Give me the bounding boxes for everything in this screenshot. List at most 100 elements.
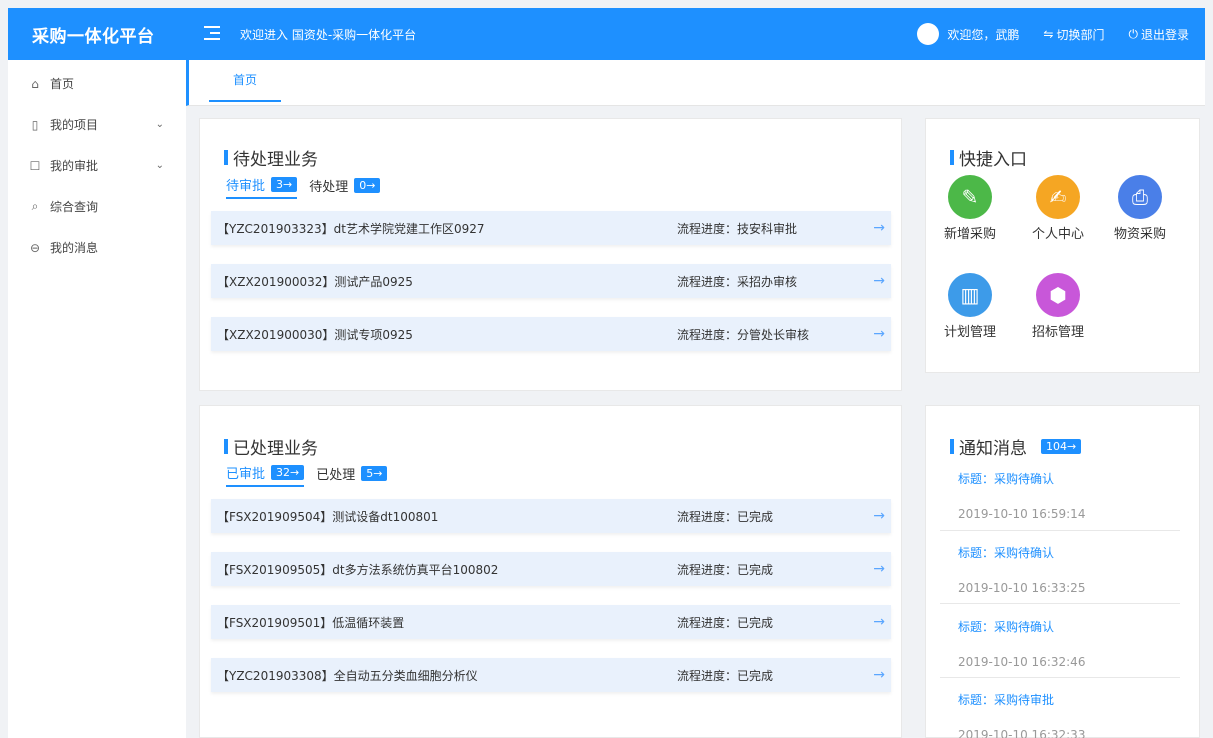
processed-panel: 已处理业务 已审批 32→ 已处理 5→ 【FSX201909504】测试设备d… bbox=[199, 405, 902, 738]
arrow-right-icon: → bbox=[873, 667, 885, 683]
task-code: 【XZX201900030】测试专项0925 bbox=[217, 327, 413, 342]
switch-dept-button[interactable]: ⇋ 切换部门 bbox=[1043, 26, 1104, 43]
divider bbox=[940, 677, 1180, 678]
task-progress: 流程进度：技安科审批 bbox=[677, 221, 798, 236]
task-row[interactable]: 【YZC201903323】dt艺术学院党建工作区0927 流程进度：技安科审批… bbox=[211, 211, 891, 245]
user-greeting: 欢迎您，武鹏 bbox=[947, 27, 1020, 42]
tab-processed[interactable]: 已处理 5→ bbox=[316, 464, 388, 486]
logout-label: 退出登录 bbox=[1140, 27, 1189, 42]
logout-icon: ⏻ bbox=[1128, 26, 1138, 41]
top-header: 采购一体化平台 欢迎进入 国资处-采购一体化平台 欢迎您，武鹏 ⇋ 切换部门 ⏻… bbox=[8, 8, 1205, 60]
search-icon: ⌕ bbox=[31, 199, 39, 213]
quick-label: 个人中心 bbox=[1031, 227, 1084, 242]
divider bbox=[940, 603, 1180, 604]
notice-item[interactable]: 标题：采购待确认 2019-10-10 16:32:46 bbox=[958, 618, 1178, 669]
quick-entry-panel: 快捷入口 ✎ 新增采购 ✍ 个人中心 ⎙ 物资采购 ▥ 计划管理 ⬢ 招标管理 bbox=[925, 118, 1200, 373]
arrow-right-icon: → bbox=[873, 508, 885, 524]
arrow-right-icon: → bbox=[873, 273, 885, 289]
quick-bidding-management-button[interactable]: ⬢ 招标管理 bbox=[1022, 273, 1094, 340]
quick-label: 招标管理 bbox=[1031, 325, 1084, 340]
notice-item[interactable]: 标题：采购待确认 2019-10-10 16:33:25 bbox=[958, 544, 1178, 595]
sidebar-item-label: 我的消息 bbox=[50, 241, 99, 255]
quick-personal-center-button[interactable]: ✍ 个人中心 bbox=[1022, 175, 1094, 242]
sidebar: ⌂ 首页 ▯ 我的项目 ⌄ ☐ 我的审批 ⌄ ⌕ 综合查询 ⊖ 我的消息 bbox=[8, 60, 186, 738]
user-area: 欢迎您，武鹏 ⇋ 切换部门 ⏻ 退出登录 bbox=[917, 23, 1205, 45]
sidebar-item-label: 我的项目 bbox=[50, 118, 99, 132]
task-progress: 流程进度：已完成 bbox=[677, 509, 774, 524]
tab-to-approve[interactable]: 待审批 3→ bbox=[226, 175, 298, 199]
sidebar-item-my-projects[interactable]: ▯ 我的项目 ⌄ bbox=[8, 104, 186, 145]
notice-time: 2019-10-10 16:33:25 bbox=[958, 581, 1086, 595]
task-row[interactable]: 【FSX201909501】低温循环装置 流程进度：已完成 → bbox=[211, 605, 891, 639]
quick-material-purchase-button[interactable]: ⎙ 物资采购 bbox=[1104, 175, 1176, 242]
title-marker bbox=[950, 439, 954, 454]
tab-to-process[interactable]: 待处理 0→ bbox=[309, 176, 381, 198]
quick-label: 新增采购 bbox=[943, 227, 996, 242]
menu-toggle-icon[interactable] bbox=[204, 26, 224, 42]
task-row[interactable]: 【XZX201900032】测试产品0925 流程进度：采招办审核 → bbox=[211, 264, 891, 298]
home-icon: ⌂ bbox=[31, 76, 39, 91]
tab-approved[interactable]: 已审批 32→ bbox=[226, 463, 305, 487]
tab-home[interactable]: 首页 bbox=[209, 60, 282, 102]
task-code: 【FSX201909504】测试设备dt100801 bbox=[217, 509, 439, 524]
task-code: 【YZC201903323】dt艺术学院党建工作区0927 bbox=[217, 221, 485, 236]
notice-title[interactable]: 标题：采购待确认 bbox=[958, 544, 1178, 561]
title-marker bbox=[224, 150, 228, 165]
arrow-right-icon: → bbox=[873, 326, 885, 342]
chevron-down-icon: ⌄ bbox=[155, 160, 164, 171]
task-row[interactable]: 【FSX201909504】测试设备dt100801 流程进度：已完成 → bbox=[211, 499, 891, 533]
task-row[interactable]: 【XZX201900030】测试专项0925 流程进度：分管处长审核 → bbox=[211, 317, 891, 351]
quick-label: 计划管理 bbox=[943, 325, 996, 340]
sidebar-item-my-approvals[interactable]: ☐ 我的审批 ⌄ bbox=[8, 145, 186, 186]
task-row[interactable]: 【FSX201909505】dt多方法系统仿真平台100802 流程进度：已完成… bbox=[211, 552, 891, 586]
task-code: 【YZC201903308】全自动五分类血细胞分析仪 bbox=[217, 668, 478, 683]
notice-time: 2019-10-10 16:32:33 bbox=[958, 728, 1086, 738]
tab-bar: 首页 bbox=[186, 60, 1205, 106]
count-badge: 5→ bbox=[361, 466, 388, 481]
approval-icon: ☐ bbox=[29, 158, 41, 173]
task-code: 【FSX201909501】低温循环装置 bbox=[217, 615, 405, 630]
subtab-label: 已处理 bbox=[316, 468, 356, 483]
notice-item[interactable]: 标题：采购待确认 2019-10-10 16:59:14 bbox=[958, 470, 1178, 521]
sidebar-item-messages[interactable]: ⊖ 我的消息 bbox=[8, 227, 186, 268]
title-marker bbox=[224, 439, 228, 454]
arrow-right-icon: → bbox=[873, 561, 885, 577]
switch-icon: ⇋ bbox=[1043, 27, 1054, 41]
quick-plan-management-button[interactable]: ▥ 计划管理 bbox=[934, 273, 1006, 340]
quick-title-text: 快捷入口 bbox=[959, 150, 1027, 170]
task-progress: 流程进度：已完成 bbox=[677, 615, 774, 630]
task-code: 【XZX201900032】测试产品0925 bbox=[217, 274, 413, 289]
user-menu[interactable]: 欢迎您，武鹏 bbox=[917, 23, 1019, 45]
processed-title: 已处理业务 bbox=[224, 434, 318, 459]
count-badge: 0→ bbox=[354, 178, 381, 193]
notice-item[interactable]: 标题：采购待审批 2019-10-10 16:32:33 bbox=[958, 691, 1178, 738]
app-brand: 采购一体化平台 bbox=[32, 26, 155, 47]
task-row[interactable]: 【YZC201903308】全自动五分类血细胞分析仪 流程进度：已完成 → bbox=[211, 658, 891, 692]
notice-title[interactable]: 标题：采购待确认 bbox=[958, 618, 1178, 635]
task-code: 【FSX201909505】dt多方法系统仿真平台100802 bbox=[217, 562, 499, 577]
avatar bbox=[917, 23, 940, 45]
logout-button[interactable]: ⏻ 退出登录 bbox=[1128, 26, 1189, 43]
processed-subtabs: 已审批 32→ 已处理 5→ bbox=[226, 463, 399, 487]
message-icon: ⊖ bbox=[29, 240, 41, 255]
pending-title: 待处理业务 bbox=[224, 145, 318, 170]
welcome-text: 欢迎进入 国资处-采购一体化平台 bbox=[240, 27, 417, 42]
edit-icon: ✎ bbox=[948, 175, 992, 219]
quick-new-purchase-button[interactable]: ✎ 新增采购 bbox=[934, 175, 1006, 242]
count-badge: 32→ bbox=[271, 465, 305, 480]
notice-title[interactable]: 标题：采购待审批 bbox=[958, 691, 1178, 708]
chart-icon: ▥ bbox=[948, 273, 992, 317]
sidebar-item-search[interactable]: ⌕ 综合查询 bbox=[8, 186, 186, 227]
profile-icon: ✍ bbox=[1036, 175, 1080, 219]
sidebar-item-home[interactable]: ⌂ 首页 bbox=[8, 63, 186, 104]
notices-title: 通知消息 104→ bbox=[950, 434, 1082, 459]
notice-title[interactable]: 标题：采购待确认 bbox=[958, 470, 1178, 487]
arrow-right-icon: → bbox=[873, 614, 885, 630]
notice-time: 2019-10-10 16:59:14 bbox=[958, 507, 1086, 521]
quick-label: 物资采购 bbox=[1113, 227, 1166, 242]
notices-count-badge[interactable]: 104→ bbox=[1041, 439, 1082, 454]
pending-subtabs: 待审批 3→ 待处理 0→ bbox=[226, 175, 392, 199]
notices-panel: 通知消息 104→ 标题：采购待确认 2019-10-10 16:59:14 标… bbox=[925, 405, 1200, 738]
quick-title: 快捷入口 bbox=[950, 145, 1027, 170]
sidebar-item-label: 综合查询 bbox=[50, 200, 99, 214]
